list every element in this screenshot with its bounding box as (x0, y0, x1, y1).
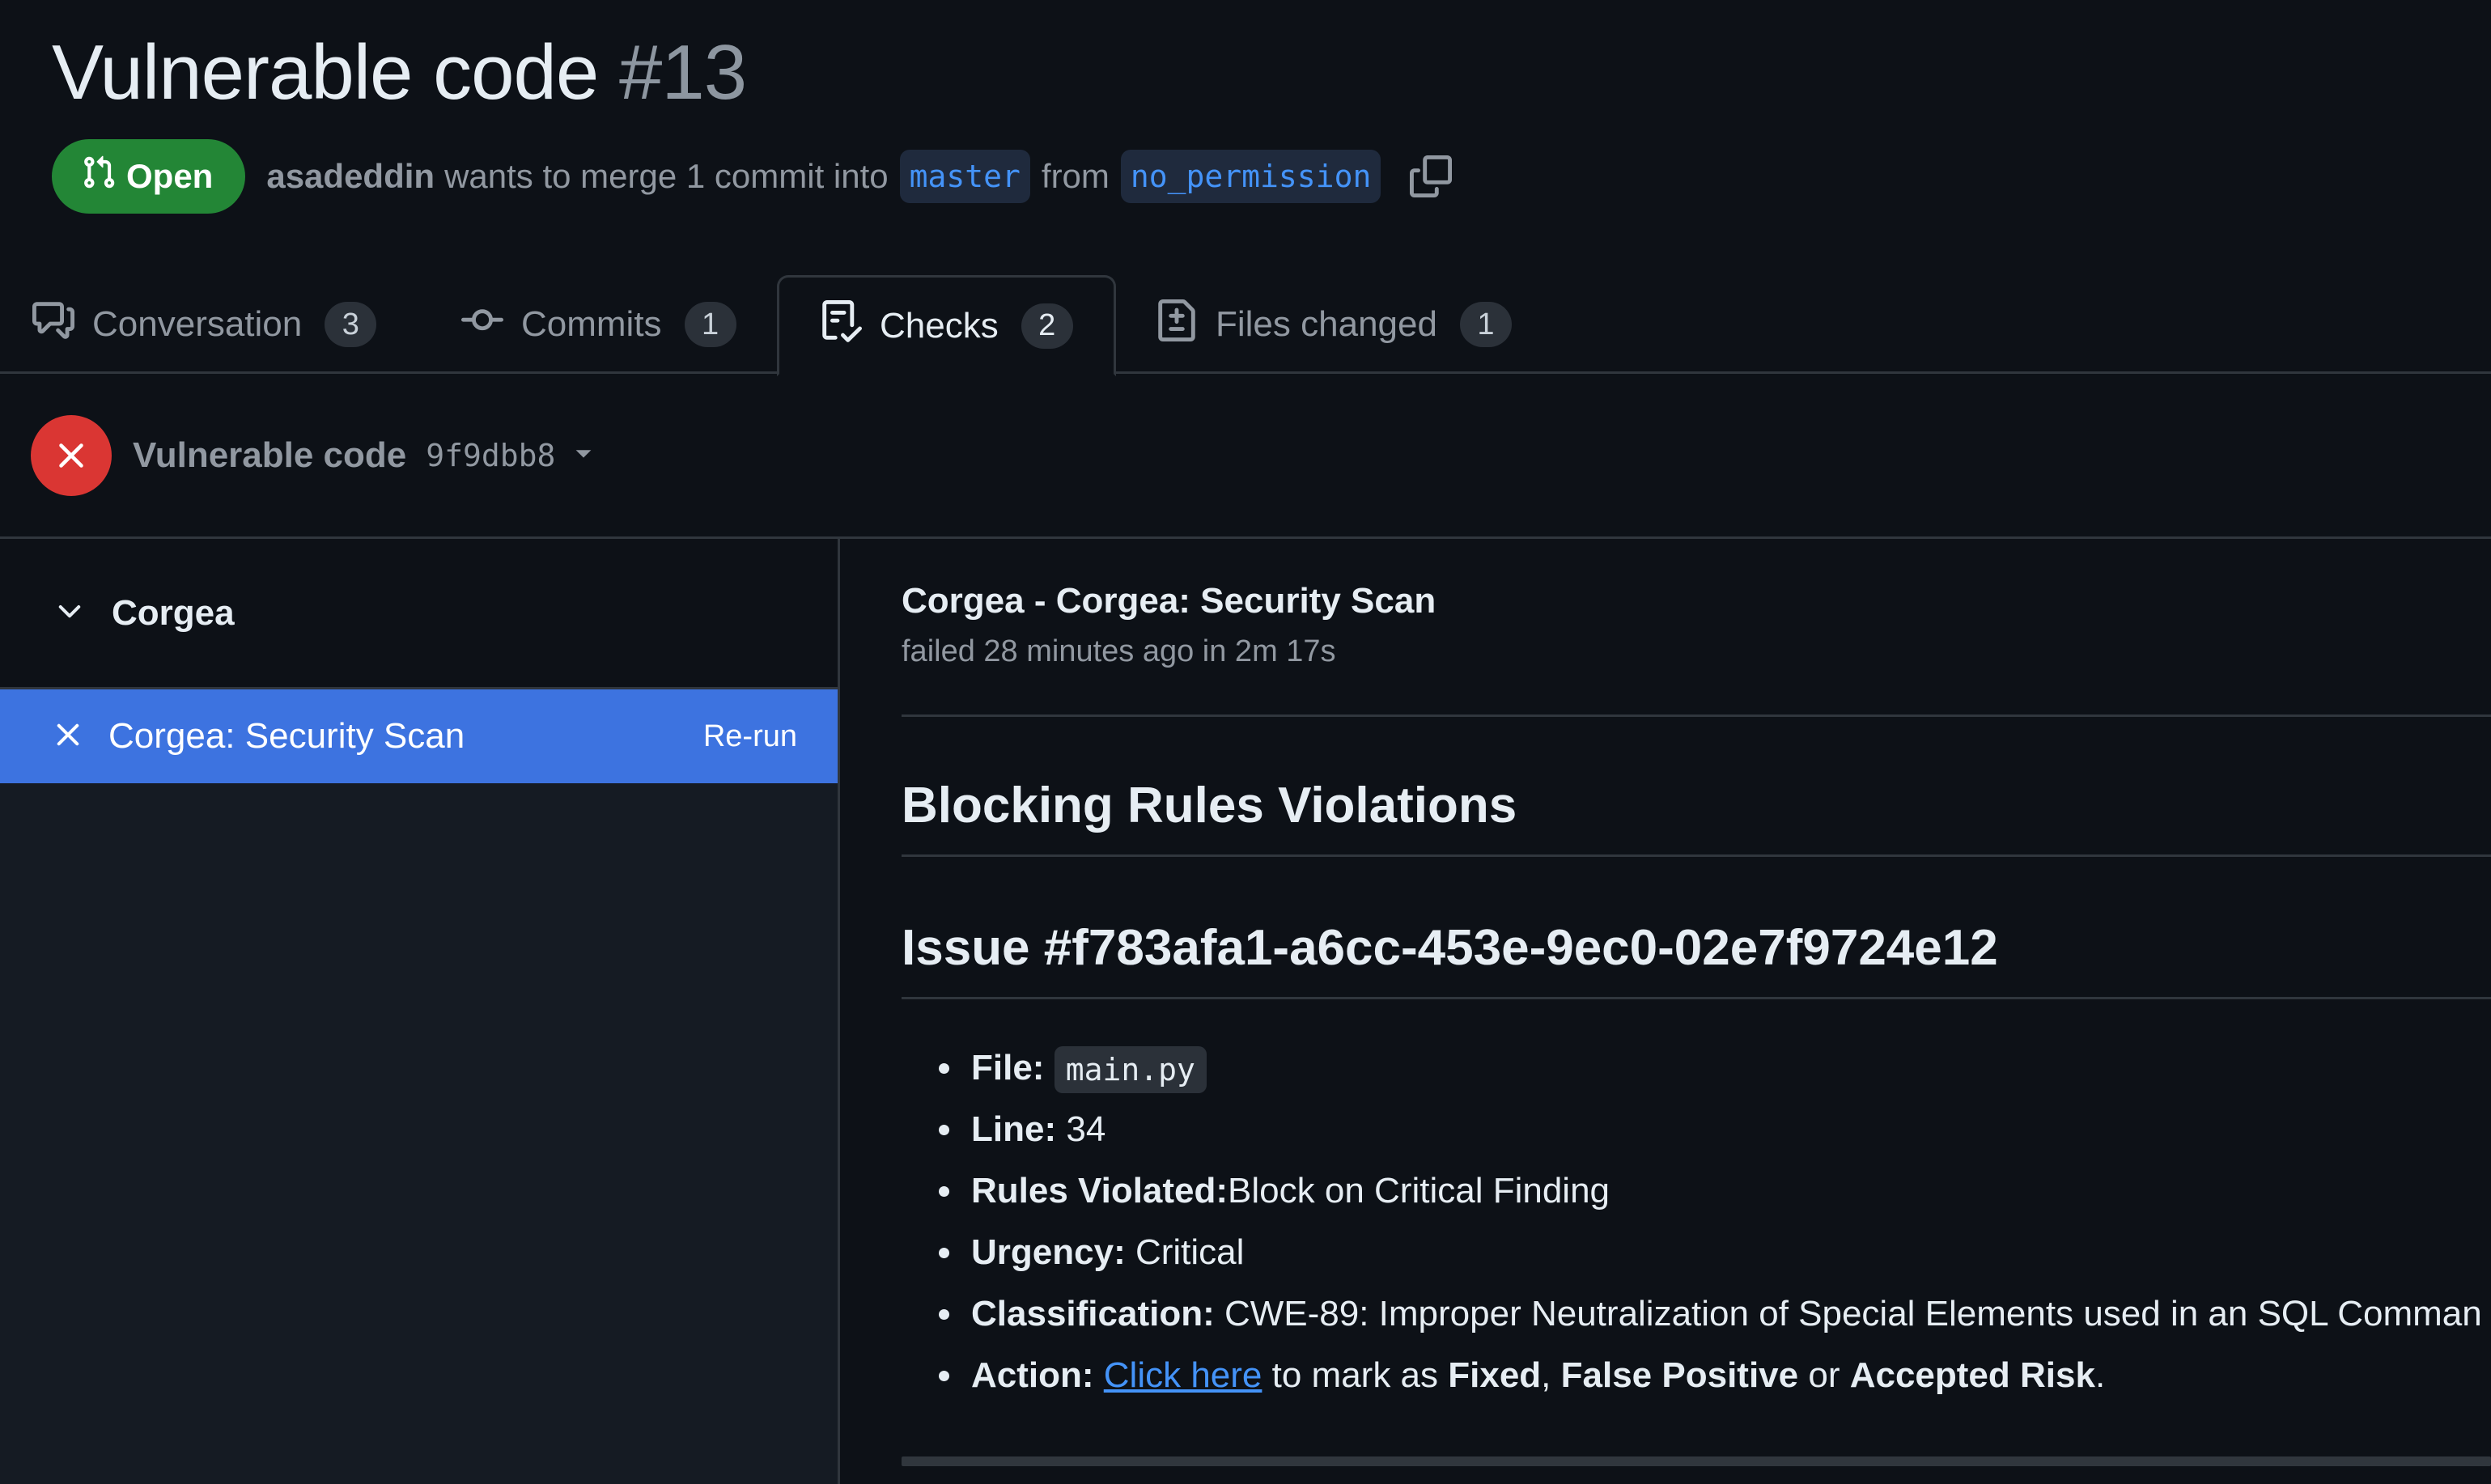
check-suite-corgea[interactable]: Corgea (0, 539, 838, 689)
check-run-full-title: Corgea - Corgea: Security Scan (902, 581, 1436, 621)
state-label: Open (126, 157, 214, 195)
divider (902, 714, 2491, 717)
base-branch[interactable]: master (899, 150, 1030, 203)
file-value: main.py (1054, 1046, 1207, 1094)
classification-value: CWE-89: Improper Neutralization of Speci… (1224, 1294, 2482, 1333)
commit-sha[interactable]: 9f9dbb8 (426, 438, 555, 473)
tab-label: Commits (521, 304, 662, 344)
state-badge: Open (52, 139, 246, 214)
page-title: Vulnerable code #13 (52, 24, 747, 121)
action-label: Action: (971, 1355, 1094, 1395)
chevron-down-icon (53, 595, 86, 631)
check-title: Vulnerable code (133, 435, 407, 475)
tab-label: Conversation (92, 304, 303, 344)
line-label: Line: (971, 1109, 1057, 1149)
urgency-value: Critical (1135, 1232, 1245, 1272)
action-false-positive: False Positive (1560, 1355, 1799, 1395)
tab-counter: 2 (1021, 303, 1073, 349)
merge-text: wants to merge 1 commit into (444, 157, 889, 195)
action-accepted-risk: Accepted Risk (1849, 1355, 2095, 1395)
pr-number: #13 (618, 29, 747, 116)
copy-icon[interactable] (1410, 155, 1453, 197)
check-run-status: failed 28 minutes ago in 2m 17s (902, 634, 1336, 668)
tab-label: Files changed (1216, 304, 1437, 344)
rerun-button[interactable]: Re-run (703, 719, 797, 754)
report-heading: Blocking Rules Violations (902, 778, 1517, 833)
list-item: Action: Click here to mark as Fixed, Fal… (939, 1345, 2491, 1406)
urgency-label: Urgency: (971, 1232, 1126, 1272)
action-text: to mark as (1271, 1355, 1439, 1395)
action-fixed: Fixed (1448, 1355, 1542, 1395)
classification-label: Classification: (971, 1294, 1215, 1333)
check-suite-name: Corgea (112, 592, 235, 633)
tab-label: Checks (880, 305, 999, 346)
file-diff-icon (1156, 299, 1198, 350)
git-pull-request-icon (81, 155, 117, 198)
check-run-security-scan[interactable]: Corgea: Security Scan Re-run (0, 689, 838, 783)
tab-conversation[interactable]: Conversation 3 (32, 275, 377, 374)
line-value: 34 (1066, 1109, 1106, 1149)
divider (902, 854, 2491, 857)
click-here-link[interactable]: Click here (1104, 1355, 1262, 1395)
head-branch[interactable]: no_permission (1120, 150, 1381, 203)
list-item: Classification: CWE-89: Improper Neutral… (939, 1283, 2491, 1345)
x-icon (53, 720, 83, 753)
list-item: Line: 34 (939, 1099, 2491, 1160)
check-header: Vulnerable code 9f9dbb8 (0, 374, 2491, 539)
git-commit-icon (461, 299, 503, 350)
tab-counter: 1 (684, 302, 736, 347)
author-link[interactable]: asadeddin (266, 157, 435, 196)
pr-checks-page: Vulnerable code #13 Open asadeddin wants… (0, 0, 2491, 1484)
checks-sidebar: Corgea Corgea: Security Scan Re-run (0, 539, 840, 1484)
check-run-name: Corgea: Security Scan (108, 716, 465, 756)
tab-counter: 3 (325, 302, 377, 347)
file-label: File: (971, 1048, 1045, 1088)
tab-counter: 1 (1459, 302, 1512, 347)
horizontal-rule (902, 1456, 2491, 1466)
tab-commits[interactable]: Commits 1 (461, 275, 736, 374)
list-item: Rules Violated:Block on Critical Finding (939, 1160, 2491, 1222)
pr-title-text: Vulnerable code (52, 29, 599, 116)
pr-meta-row: Open asadeddin wants to merge 1 commit i… (52, 139, 1453, 214)
tab-checks[interactable]: Checks 2 (777, 275, 1116, 376)
issue-title: Issue #f783afa1-a6cc-453e-9ec0-02e7f9724… (902, 920, 1998, 976)
rules-label: Rules Violated: (971, 1171, 1229, 1211)
from-text: from (1041, 157, 1110, 195)
pr-tabs: Conversation 3 Commits 1 Checks 2 Files … (0, 275, 2491, 376)
action-end: . (2094, 1355, 2106, 1395)
divider (902, 997, 2491, 999)
list-item: File: main.py (939, 1037, 2491, 1099)
triangle-down-icon[interactable] (571, 441, 596, 469)
rules-value: Block on Critical Finding (1228, 1171, 1610, 1211)
issue-details-list: File: main.py Line: 34 Rules Violated:Bl… (939, 1037, 2491, 1406)
action-or: or (1808, 1355, 1840, 1395)
tab-files-changed[interactable]: Files changed 1 (1156, 275, 1512, 374)
failed-status-icon (31, 414, 112, 496)
checklist-icon (820, 300, 863, 351)
list-item: Urgency: Critical (939, 1222, 2491, 1283)
comment-discussion-icon (32, 299, 74, 350)
action-separator: , (1541, 1355, 1551, 1395)
